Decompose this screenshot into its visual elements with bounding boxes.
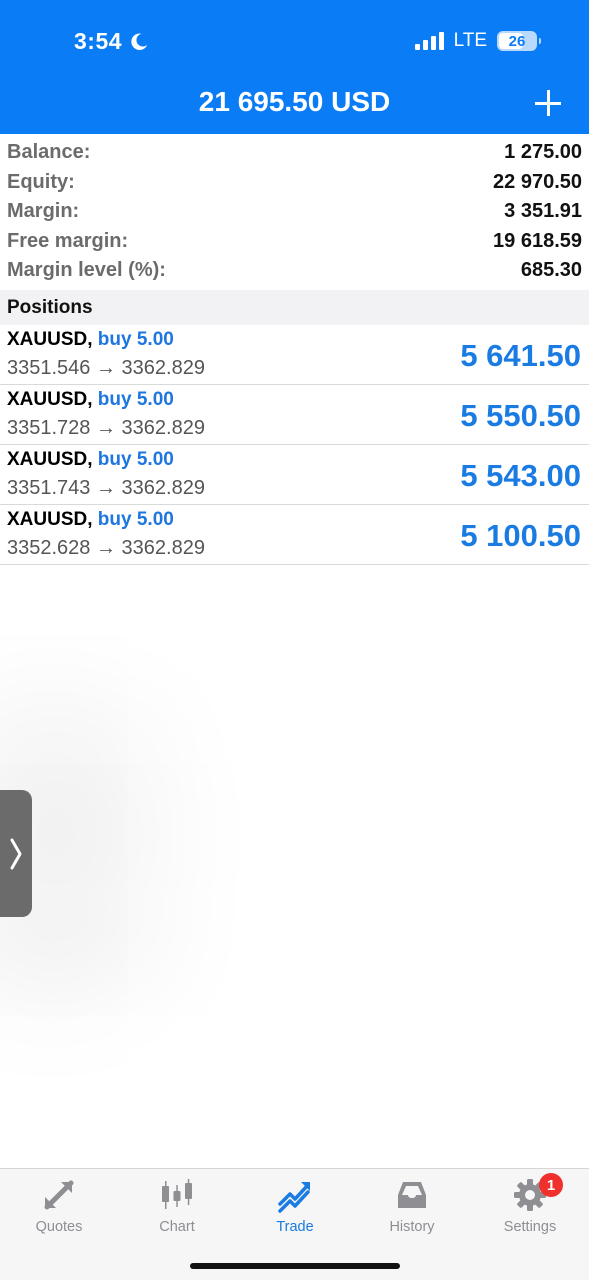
- account-balance-title: 21 695.50 USD: [198, 86, 391, 117]
- position-row[interactable]: XAUUSD, buy 5.00 3351.728 → 3362.829 5 5…: [0, 385, 589, 445]
- network-type: LTE: [453, 30, 487, 51]
- moon-icon: [131, 32, 148, 50]
- position-symbol: XAUUSD,: [7, 329, 93, 350]
- trade-trend-icon: [278, 1182, 310, 1213]
- summary-value: 19 618.59: [493, 229, 582, 252]
- tab-quotes[interactable]: Quotes: [0, 1177, 118, 1235]
- position-prices: 3351.728 → 3362.829: [7, 417, 205, 439]
- tab-label: Quotes: [35, 1219, 83, 1235]
- position-prices: 3351.546 → 3362.829: [7, 357, 205, 379]
- position-title: XAUUSD, buy 5.00: [7, 449, 174, 471]
- position-profit: 5 543.00: [460, 458, 581, 493]
- position-title: XAUUSD, buy 5.00: [7, 329, 174, 351]
- position-row[interactable]: XAUUSD, buy 5.00 3351.546 → 3362.829 5 6…: [0, 325, 589, 385]
- add-order-button[interactable]: [535, 90, 561, 116]
- account-summary: Balance: 1 275.00 Equity: 22 970.50 Marg…: [0, 138, 589, 286]
- quotes-arrows-icon: [44, 1180, 74, 1210]
- top-header: 3:54 LTE 26 21 695.50 USD: [0, 0, 589, 134]
- side-panel-toggle[interactable]: [0, 790, 32, 917]
- position-row[interactable]: XAUUSD, buy 5.00 3352.628 → 3362.829 5 1…: [0, 505, 589, 565]
- tab-label: Trade: [276, 1219, 314, 1235]
- tab-label: Settings: [503, 1219, 557, 1235]
- inbox-icon: [398, 1182, 426, 1208]
- summary-row-margin: Margin: 3 351.91: [0, 197, 589, 227]
- tab-trade[interactable]: Trade: [236, 1177, 354, 1235]
- summary-label: Balance:: [7, 141, 91, 164]
- position-side: buy 5.00: [97, 509, 174, 530]
- summary-row-free-margin: Free margin: 19 618.59: [0, 227, 589, 257]
- summary-value: 3 351.91: [504, 200, 582, 223]
- summary-value: 685.30: [520, 259, 582, 282]
- summary-value: 1 275.00: [504, 141, 582, 164]
- position-symbol: XAUUSD,: [7, 389, 93, 410]
- summary-row-equity: Equity: 22 970.50: [0, 168, 589, 198]
- signal-icon: [414, 32, 444, 50]
- summary-label: Margin level (%):: [7, 259, 166, 282]
- battery-level: 26: [508, 32, 526, 50]
- summary-value: 22 970.50: [493, 170, 582, 193]
- position-side: buy 5.00: [97, 449, 174, 470]
- position-symbol: XAUUSD,: [7, 509, 93, 530]
- position-side: buy 5.00: [97, 329, 174, 350]
- summary-row-balance: Balance: 1 275.00: [0, 138, 589, 168]
- status-indicators: LTE 26: [414, 30, 541, 52]
- tab-label: Chart: [159, 1219, 195, 1235]
- position-prices: 3352.628 → 3362.829: [7, 537, 205, 559]
- tab-settings[interactable]: Settings 1: [471, 1173, 589, 1235]
- notification-badge: 1: [539, 1173, 563, 1197]
- home-indicator: [190, 1263, 400, 1269]
- positions-section-header: Positions: [0, 290, 589, 325]
- tab-chart[interactable]: Chart: [118, 1177, 236, 1235]
- position-title: XAUUSD, buy 5.00: [7, 389, 174, 411]
- summary-label: Free margin:: [7, 229, 129, 252]
- position-prices: 3351.743 → 3362.829: [7, 477, 205, 499]
- candlestick-icon: [162, 1179, 192, 1209]
- status-time: 3:54: [74, 28, 150, 55]
- position-profit: 5 100.50: [460, 518, 581, 553]
- tab-history[interactable]: History: [353, 1177, 471, 1235]
- summary-label: Equity:: [7, 170, 75, 193]
- tab-label: History: [389, 1219, 435, 1235]
- chevron-right-icon: [10, 838, 22, 869]
- summary-row-margin-level: Margin level (%): 685.30: [0, 256, 589, 286]
- clock-text: 3:54: [74, 28, 123, 54]
- positions-list: XAUUSD, buy 5.00 3351.546 → 3362.829 5 6…: [0, 325, 589, 565]
- position-profit: 5 550.50: [460, 398, 581, 433]
- position-row[interactable]: XAUUSD, buy 5.00 3351.743 → 3362.829 5 5…: [0, 445, 589, 505]
- battery-icon: 26: [497, 31, 541, 51]
- position-side: buy 5.00: [97, 389, 174, 410]
- summary-label: Margin:: [7, 200, 80, 223]
- position-profit: 5 641.50: [460, 338, 581, 373]
- position-symbol: XAUUSD,: [7, 449, 93, 470]
- position-title: XAUUSD, buy 5.00: [7, 509, 174, 531]
